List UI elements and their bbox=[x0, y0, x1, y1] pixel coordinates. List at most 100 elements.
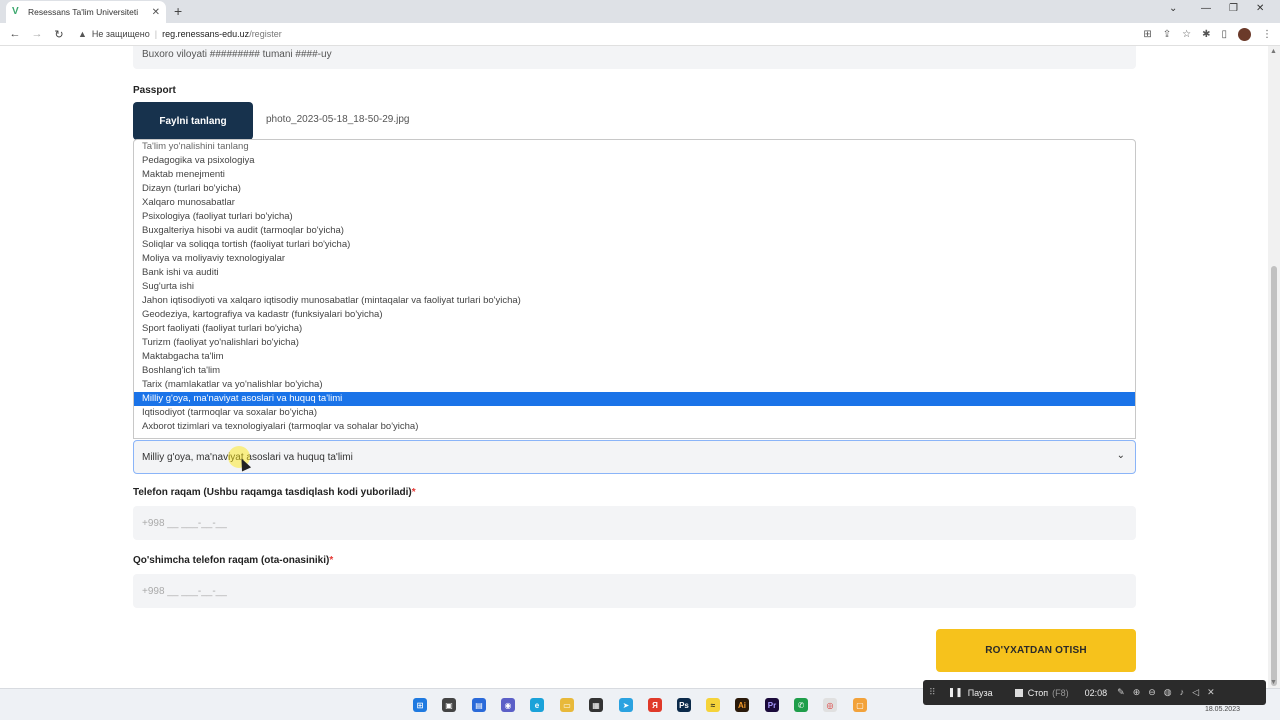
webcam-icon[interactable]: ◍ bbox=[1164, 687, 1172, 698]
microphone-icon[interactable]: ♪ bbox=[1180, 687, 1185, 698]
scrollbar-thumb[interactable] bbox=[1271, 266, 1277, 686]
pause-icon[interactable]: ❚❚ bbox=[948, 687, 963, 698]
passport-label: Passport bbox=[133, 85, 176, 96]
drag-grip-icon[interactable]: ⠿ bbox=[929, 687, 936, 698]
direction-option[interactable]: Tarix (mamlakatlar va yo'nalishlar bo'yi… bbox=[134, 378, 1135, 392]
extra-phone-label: Qo'shimcha telefon raqam (ota-onasiniki)… bbox=[133, 555, 333, 566]
widgets-icon[interactable]: ▤ bbox=[472, 698, 486, 712]
tab-search-icon[interactable]: ⌄ bbox=[1169, 3, 1177, 14]
bookmark-star-icon[interactable]: ☆ bbox=[1182, 29, 1191, 40]
direction-select[interactable]: Milliy g'oya, ma'naviyat asoslari va huq… bbox=[133, 440, 1136, 474]
direction-option[interactable]: Milliy g'oya, ma'naviyat asoslari va huq… bbox=[134, 392, 1135, 406]
direction-option[interactable]: Dizayn (turlari bo'yicha) bbox=[134, 182, 1135, 196]
forward-arrow-icon[interactable]: → bbox=[26, 28, 48, 40]
photoshop-icon[interactable]: Ps bbox=[677, 698, 691, 712]
direction-option[interactable]: Turizm (faoliyat yo'nalishlari bo'yicha) bbox=[134, 336, 1135, 350]
warning-triangle-icon[interactable]: ▲ bbox=[78, 29, 87, 39]
direction-option[interactable]: Buxgalteriya hisobi va audit (tarmoqlar … bbox=[134, 224, 1135, 238]
file-explorer-icon[interactable]: ▭ bbox=[560, 698, 574, 712]
extensions-puzzle-icon[interactable]: ✱ bbox=[1202, 29, 1210, 40]
direction-option[interactable]: Psixologiya (faoliyat turlari bo'yicha) bbox=[134, 210, 1135, 224]
direction-option[interactable]: Soliqlar va soliqqa tortish (faoliyat tu… bbox=[134, 238, 1135, 252]
selected-file-name: photo_2023-05-18_18-50-29.jpg bbox=[266, 114, 410, 125]
scroll-up-icon[interactable]: ▲ bbox=[1270, 48, 1277, 55]
translate-icon[interactable]: ⊞ bbox=[1143, 29, 1151, 40]
close-window-icon[interactable]: ✕ bbox=[1256, 3, 1264, 14]
direction-option[interactable]: Boshlang'ich ta'lim bbox=[134, 364, 1135, 378]
back-arrow-icon[interactable]: ← bbox=[4, 28, 26, 40]
phone-input[interactable]: +998 __ ___-__-__ bbox=[133, 506, 1136, 540]
pen-icon[interactable]: ✎ bbox=[1117, 687, 1125, 698]
registration-page: Buxoro viloyati ######### tumani ####-uy… bbox=[0, 46, 1268, 688]
url-path: /register bbox=[249, 29, 282, 39]
chevron-down-icon[interactable]: ⌄ bbox=[1117, 450, 1125, 461]
extra-phone-input[interactable]: +998 __ ___-__-__ bbox=[133, 574, 1136, 608]
zoom-in-icon[interactable]: ⊕ bbox=[1133, 687, 1141, 698]
phone-placeholder: +998 __ ___-__-__ bbox=[142, 517, 227, 529]
start-windows-icon[interactable]: ⊞ bbox=[413, 698, 427, 712]
yandex-icon[interactable]: Я bbox=[648, 698, 662, 712]
direction-option[interactable]: Xalqaro munosabatlar bbox=[134, 196, 1135, 210]
screen-recorder-panel: ⠿ ❚❚ Пауза Стоп (F8) 02:08 ✎ ⊕ ⊖ ◍ ♪ ◁ ✕ bbox=[923, 680, 1266, 705]
minimize-window-icon[interactable]: — bbox=[1201, 3, 1211, 14]
direction-option[interactable]: Sug'urta ishi bbox=[134, 280, 1135, 294]
direction-options-list[interactable]: Ta'lim yo'nalishini tanlang Pedagogika va… bbox=[133, 139, 1136, 439]
profile-avatar[interactable] bbox=[1238, 28, 1251, 41]
telegram-icon[interactable]: ➤ bbox=[619, 698, 633, 712]
phone-label: Telefon raqam (Ushbu raqamga tasdiqlash … bbox=[133, 487, 416, 498]
reload-icon[interactable]: ↻ bbox=[48, 28, 70, 41]
stop-icon[interactable] bbox=[1014, 688, 1023, 697]
recorder-tools: ✎ ⊕ ⊖ ◍ ♪ ◁ ✕ bbox=[1117, 687, 1214, 698]
scroll-down-icon[interactable]: ▼ bbox=[1270, 679, 1277, 686]
site-favicon-icon: V bbox=[12, 6, 19, 17]
speaker-icon[interactable]: ◁ bbox=[1192, 687, 1199, 698]
direction-option[interactable]: Axborot tizimlari va texnologiyalari (ta… bbox=[134, 420, 1135, 434]
browser-menu-icon[interactable]: ⋮ bbox=[1262, 29, 1272, 40]
tab-close-icon[interactable]: ✕ bbox=[152, 7, 160, 18]
side-panel-icon[interactable]: ▯ bbox=[1221, 29, 1227, 40]
direction-option[interactable]: Bank ishi va auditi bbox=[134, 266, 1135, 280]
tab-title: Resessans Ta'lim Universiteti bbox=[28, 7, 139, 17]
direction-option[interactable]: Pedagogika va psixologiya bbox=[134, 154, 1135, 168]
store-icon[interactable]: ▦ bbox=[589, 698, 603, 712]
extra-phone-placeholder: +998 __ ___-__-__ bbox=[142, 585, 227, 597]
illustrator-icon[interactable]: Ai bbox=[735, 698, 749, 712]
insecure-label: Не защищено bbox=[91, 29, 150, 39]
address-field[interactable]: Buxoro viloyati ######### tumani ####-uy bbox=[133, 46, 1136, 69]
new-tab-button[interactable]: + bbox=[174, 4, 182, 18]
direction-option[interactable]: Sport faoliyati (faoliyat turlari bo'yic… bbox=[134, 322, 1135, 336]
direction-option[interactable]: Maktabgacha ta'lim bbox=[134, 350, 1135, 364]
direction-option[interactable]: Geodeziya, kartografiya va kadastr (funk… bbox=[134, 308, 1135, 322]
premiere-icon[interactable]: Pr bbox=[765, 698, 779, 712]
pause-button[interactable]: Пауза bbox=[968, 688, 993, 698]
chrome-icon[interactable]: ◎ bbox=[823, 698, 837, 712]
task-view-icon[interactable]: ▣ bbox=[442, 698, 456, 712]
close-recorder-icon[interactable]: ✕ bbox=[1207, 687, 1215, 698]
direction-option[interactable]: Iqtisodiyot (tarmoqlar va soxalar bo'yic… bbox=[134, 406, 1135, 420]
direction-option[interactable]: Moliya va moliyaviy texnologiyalar bbox=[134, 252, 1135, 266]
extra-phone-label-text: Qo'shimcha telefon raqam (ota-onasiniki) bbox=[133, 555, 330, 566]
browser-tab-bar: V Resessans Ta'lim Universiteti ✕ + ⌄ — … bbox=[0, 0, 1280, 23]
zoom-out-icon[interactable]: ⊖ bbox=[1148, 687, 1156, 698]
choose-file-button[interactable]: Faylni tanlang bbox=[133, 102, 253, 140]
taskbar-date: 18.05.2023 bbox=[1204, 706, 1240, 713]
stop-button[interactable]: Стоп bbox=[1028, 688, 1048, 698]
register-submit-button[interactable]: RO'YXATDAN OTISH bbox=[936, 629, 1136, 672]
restore-window-icon[interactable]: ❐ bbox=[1229, 3, 1238, 14]
edge-browser-icon[interactable]: e bbox=[530, 698, 544, 712]
chat-icon[interactable]: ◉ bbox=[501, 698, 515, 712]
share-icon[interactable]: ⇪ bbox=[1163, 29, 1171, 40]
whatsapp-icon[interactable]: ✆ bbox=[794, 698, 808, 712]
direction-option[interactable]: Jahon iqtisodiyoti va xalqaro iqtisodiy … bbox=[134, 294, 1135, 308]
url-field[interactable]: ▲ Не защищено | reg.renessans-edu.uz /re… bbox=[78, 29, 282, 39]
required-mark: * bbox=[329, 555, 334, 566]
direction-option[interactable]: Maktab menejmenti bbox=[134, 168, 1135, 182]
browser-tab[interactable]: V Resessans Ta'lim Universiteti ✕ bbox=[6, 1, 166, 23]
direction-option[interactable]: Ta'lim yo'nalishini tanlang bbox=[134, 140, 1135, 154]
browser-address-bar: ← → ↻ ▲ Не защищено | reg.renessans-edu.… bbox=[0, 23, 1280, 46]
browser-toolbar-icons: ⊞ ⇪ ☆ ✱ ▯ ⋮ bbox=[1143, 23, 1272, 46]
winamp-icon[interactable]: ≈ bbox=[706, 698, 720, 712]
page-scrollbar[interactable]: ▲ ▼ bbox=[1268, 46, 1280, 688]
address-value: Buxoro viloyati ######### tumani ####-uy bbox=[142, 49, 332, 60]
app-icon[interactable]: ▢ bbox=[853, 698, 867, 712]
